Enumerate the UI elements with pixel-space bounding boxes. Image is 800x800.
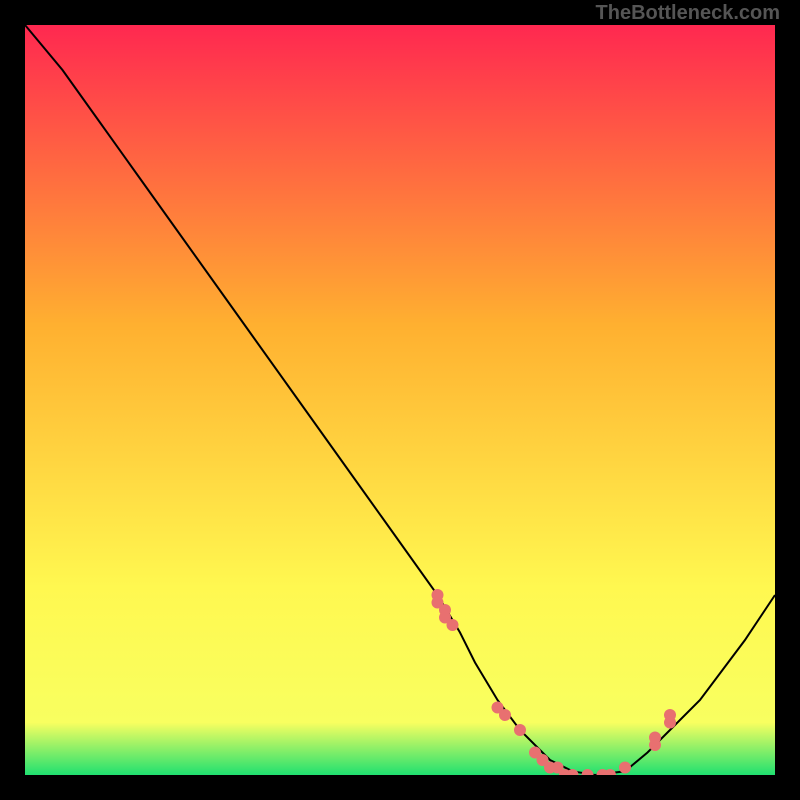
data-marker — [499, 709, 511, 721]
chart-svg — [25, 25, 775, 775]
data-marker — [649, 732, 661, 744]
data-marker — [664, 709, 676, 721]
data-marker — [619, 762, 631, 774]
chart-plot-area — [25, 25, 775, 775]
watermark-text: TheBottleneck.com — [596, 2, 780, 25]
gradient-background — [25, 25, 775, 775]
data-marker — [514, 724, 526, 736]
data-marker — [447, 619, 459, 631]
